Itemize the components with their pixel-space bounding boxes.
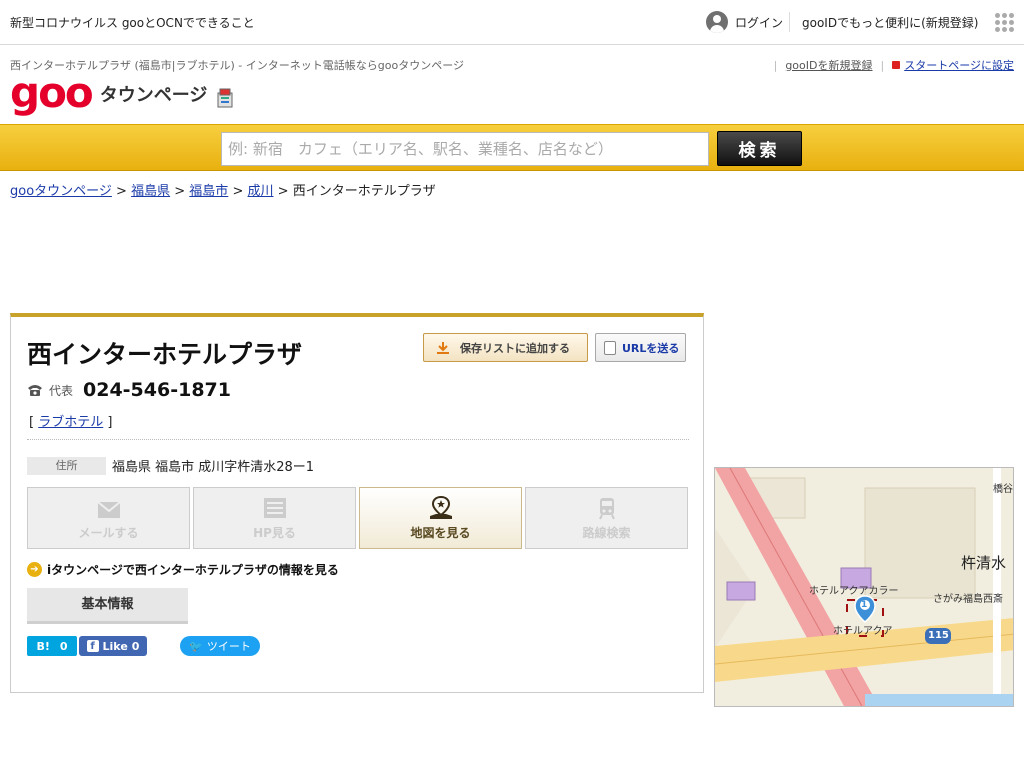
map-label: 杵清水	[961, 554, 1007, 572]
breadcrumb-separator: >	[116, 184, 127, 199]
login-button[interactable]: ログイン	[706, 11, 783, 33]
send-url-label: URLを送る	[622, 341, 680, 355]
address-value: 福島県 福島市 成川字杵清水28ー1	[112, 460, 315, 475]
save-to-list-button[interactable]: 保存リストに追加する	[423, 333, 588, 362]
service-name: タウンページ	[99, 85, 208, 106]
imode-townpage-link[interactable]: ➔ iタウンページで西インターホテルプラザの情報を見る	[27, 561, 339, 578]
address-row: 住所 福島県 福島市 成川字杵清水28ー1	[27, 456, 314, 475]
business-name: 西インターホテルプラザ	[27, 340, 303, 369]
telephone-icon	[28, 385, 42, 396]
facebook-like-button[interactable]: f Like 0	[79, 636, 147, 656]
mobile-phone-icon	[604, 340, 616, 355]
tweet-label: ツイート	[206, 640, 251, 653]
action-buttons: メールする HP見る 地図を見る 路線検索	[27, 487, 688, 549]
breadcrumb-goo-townpage[interactable]: gooタウンページ	[10, 184, 112, 199]
login-label: ログイン	[735, 15, 784, 30]
site-logo[interactable]: goo タウンページ	[10, 68, 235, 117]
tab-basic-info[interactable]: 基本情報	[27, 588, 188, 624]
phonebook-icon	[217, 88, 233, 108]
social-buttons: B! 0 f Like 0 🐦 ツイート	[27, 636, 260, 656]
tweet-button[interactable]: 🐦 ツイート	[180, 636, 260, 656]
phone-row: 代表 024-546-1871	[27, 379, 231, 401]
hatena-icon: B!	[36, 639, 50, 653]
header-links: | gooIDを新規登録 | スタートページに設定	[773, 57, 1014, 73]
top-bar: 新型コロナウイルス gooとOCNでできること ログイン gooIDでもっと便利…	[0, 0, 1024, 45]
breadcrumb-separator: >	[277, 184, 289, 199]
save-to-list-label: 保存リストに追加する	[460, 341, 570, 355]
breadcrumb-separator: >	[232, 184, 244, 199]
home-icon	[892, 61, 901, 69]
map-pin-icon	[429, 495, 452, 519]
location-map[interactable]: 橋谷 杵清水 ホテルアクアカラー さがみ福島西斎 ホテルアクア 115 1	[714, 467, 1014, 707]
business-detail-panel: 西インターホテルプラザ 保存リストに追加する URLを送る 代表 024-546…	[10, 313, 704, 693]
phone-label: 代表	[49, 383, 74, 398]
breadcrumb-current: 西インターホテルプラザ	[292, 184, 436, 199]
category: [ ラブホテル ]	[29, 415, 113, 430]
train-icon	[598, 497, 615, 519]
address-label: 住所	[27, 456, 106, 475]
register-link[interactable]: gooIDでもっと便利に(新規登録)	[802, 14, 978, 31]
twitter-bird-icon: 🐦	[189, 639, 203, 653]
arrow-right-icon: ➔	[27, 562, 42, 577]
breadcrumb-separator: >	[174, 184, 186, 199]
gooid-register-link[interactable]: gooIDを新規登録	[785, 57, 872, 73]
goo-logo: goo	[10, 68, 94, 117]
search-bar: 検索	[0, 124, 1024, 171]
map-label: 橋谷	[993, 484, 1013, 495]
route-shield-label: 115	[928, 630, 949, 641]
route-search-label: 路線検索	[582, 525, 631, 540]
divider	[27, 439, 689, 440]
imode-link-label: iタウンページで西インターホテルプラザの情報を見る	[47, 563, 339, 577]
map-label: ホテルアクアカラー	[809, 586, 899, 597]
phone-number: 024-546-1871	[83, 379, 231, 401]
view-map-label: 地図を見る	[410, 525, 471, 540]
search-button[interactable]: 検索	[717, 131, 802, 166]
apps-grid-icon[interactable]	[995, 13, 1014, 32]
view-homepage-label: HP見る	[253, 525, 296, 540]
facebook-icon: f	[86, 640, 99, 652]
facebook-count: 0	[131, 639, 140, 653]
map-label: ホテルアクア	[833, 626, 893, 637]
breadcrumb-area[interactable]: 成川	[248, 184, 274, 199]
mail-icon	[96, 500, 121, 518]
breadcrumb: gooタウンページ > 福島県 > 福島市 > 成川 > 西インターホテルプラザ	[10, 180, 436, 199]
route-search-button[interactable]: 路線検索	[525, 487, 688, 549]
send-mail-label: メールする	[78, 525, 139, 540]
divider	[789, 12, 790, 32]
category-link[interactable]: ラブホテル	[38, 415, 103, 430]
hatena-count: 0	[59, 639, 68, 653]
map-label: さがみ福島西斎	[933, 594, 1003, 605]
send-url-button[interactable]: URLを送る	[595, 333, 686, 362]
send-mail-button[interactable]: メールする	[27, 487, 190, 549]
set-startpage-link[interactable]: スタートページに設定	[904, 57, 1014, 73]
breadcrumb-city[interactable]: 福島市	[189, 184, 228, 199]
download-icon	[437, 341, 449, 354]
webpage-icon	[263, 497, 286, 518]
user-icon	[706, 11, 728, 33]
site-header: 西インターホテルプラザ (福島市|ラブホテル) - インターネット電話帳ならgo…	[0, 45, 1024, 125]
breadcrumb-prefecture[interactable]: 福島県	[131, 184, 170, 199]
facebook-like-label: Like	[102, 639, 128, 653]
hatena-bookmark-button[interactable]: B! 0	[27, 636, 77, 656]
map-marker-number[interactable]: 1	[861, 600, 867, 610]
covid-news-link[interactable]: 新型コロナウイルス gooとOCNでできること	[10, 14, 255, 31]
view-homepage-button[interactable]: HP見る	[193, 487, 356, 549]
search-input[interactable]	[221, 132, 709, 166]
view-map-button[interactable]: 地図を見る	[359, 487, 522, 549]
